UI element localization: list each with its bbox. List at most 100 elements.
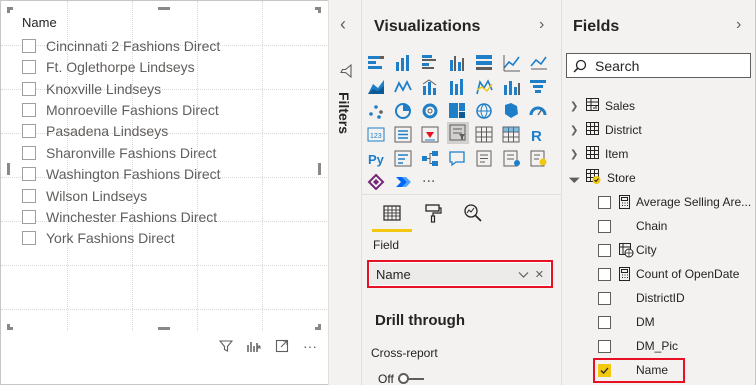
scatter-chart-icon[interactable] <box>504 81 520 95</box>
slicer-item[interactable]: Cincinnati 2 Fashions Direct <box>22 36 220 56</box>
slicer-icon[interactable] <box>447 122 469 144</box>
table-sales[interactable]: ❯ Sales <box>570 96 635 116</box>
field-dm-pic[interactable]: DM_Pic <box>598 336 678 356</box>
close-icon[interactable]: ✕ <box>535 268 544 281</box>
ribbon-chart-icon[interactable] <box>450 79 463 95</box>
treemap-icon[interactable] <box>449 103 465 118</box>
checkbox[interactable] <box>598 219 611 233</box>
card-icon[interactable]: 123 <box>367 127 385 142</box>
slicer-item[interactable]: Monroeville Fashions Direct <box>22 100 219 120</box>
slicer-item[interactable]: Washington Fashions Direct <box>22 164 221 184</box>
decomposition-tree-icon[interactable] <box>422 151 438 166</box>
matrix-icon[interactable] <box>502 126 520 143</box>
chevron-right-icon[interactable]: ❯ <box>570 125 580 136</box>
analytics-magnifier-icon[interactable] <box>463 203 483 228</box>
field-chain[interactable]: Chain <box>598 216 667 236</box>
line-and-stacked-column-icon[interactable] <box>394 79 412 93</box>
chevron-down-icon[interactable]: ◢ <box>568 171 583 186</box>
clustered-bar-chart-icon[interactable] <box>422 55 436 69</box>
table-icon[interactable] <box>475 126 493 143</box>
stacked-area-chart-icon[interactable] <box>368 80 384 94</box>
stacked-bar-chart-icon[interactable] <box>368 56 384 69</box>
waterfall-chart-icon[interactable] <box>476 79 493 95</box>
checkbox[interactable] <box>22 231 36 245</box>
paginated-report-icon[interactable] <box>503 150 520 167</box>
more-options-icon[interactable]: ··· <box>302 338 318 354</box>
checkbox[interactable] <box>598 267 611 281</box>
line-and-clustered-column-icon[interactable] <box>422 79 437 95</box>
checkbox[interactable] <box>598 195 611 209</box>
checkbox[interactable] <box>22 60 36 74</box>
kpi-icon[interactable] <box>421 126 439 143</box>
chevron-right-icon[interactable]: › <box>736 16 741 34</box>
line-chart-icon[interactable] <box>503 55 520 72</box>
gauge-icon[interactable] <box>529 106 547 116</box>
field-dm[interactable]: DM <box>598 312 655 332</box>
filled-map-icon[interactable] <box>505 103 518 118</box>
field-count-of-opendate[interactable]: Count of OpenDate <box>598 264 739 284</box>
chevron-right-icon[interactable]: ❯ <box>570 149 580 160</box>
checkbox[interactable] <box>22 82 36 96</box>
scatter-dots-icon[interactable] <box>369 105 383 119</box>
format-paint-roller-icon[interactable] <box>423 203 443 228</box>
checkbox[interactable] <box>22 124 36 138</box>
field-city[interactable]: City <box>598 240 657 260</box>
table-icon <box>586 98 599 114</box>
focus-mode-icon[interactable] <box>274 338 290 354</box>
checkbox[interactable] <box>22 39 36 53</box>
checkbox[interactable] <box>598 291 611 305</box>
map-icon[interactable] <box>476 103 492 119</box>
chevron-down-icon[interactable] <box>518 267 529 282</box>
stacked-column-chart-icon[interactable] <box>396 55 409 71</box>
toggle-knob[interactable] <box>397 373 409 384</box>
more-visuals-icon[interactable]: ··· <box>422 174 435 190</box>
multi-row-card-icon[interactable] <box>394 126 412 143</box>
chevron-right-icon[interactable]: ❯ <box>570 101 580 112</box>
custom-visual-icon[interactable] <box>530 150 547 167</box>
checkbox[interactable] <box>598 339 611 353</box>
table-store[interactable]: ◢ Store <box>568 168 636 188</box>
field-average-selling-area[interactable]: Average Selling Are... <box>598 192 751 212</box>
pie-chart-icon[interactable] <box>395 103 411 119</box>
table-district[interactable]: ❯ District <box>570 120 642 140</box>
cross-report-toggle[interactable]: Off <box>378 372 424 385</box>
checkbox[interactable] <box>22 210 36 224</box>
fields-tab-icon[interactable] <box>382 203 402 228</box>
power-automate-icon[interactable] <box>396 177 411 187</box>
slicer-item[interactable]: Ft. Oglethorpe Lindseys <box>22 57 195 77</box>
qna-icon[interactable] <box>449 151 465 167</box>
r-script-visual-icon[interactable]: R <box>531 128 542 145</box>
toggle-track[interactable] <box>397 373 424 384</box>
slicer-item[interactable]: Sharonville Fashions Direct <box>22 143 216 163</box>
slicer-item[interactable]: Winchester Fashions Direct <box>22 207 217 227</box>
table-item[interactable]: ❯ Item <box>570 144 628 164</box>
checkbox[interactable] <box>22 146 36 160</box>
chevron-right-icon[interactable]: › <box>539 16 544 34</box>
checkbox[interactable] <box>22 167 36 181</box>
checkbox[interactable] <box>598 243 611 257</box>
power-apps-icon[interactable] <box>367 173 385 190</box>
filter-icon[interactable] <box>218 338 234 354</box>
collapse-chevron-icon[interactable]: ‹ <box>340 14 346 35</box>
checkbox[interactable] <box>22 103 36 117</box>
slicer-item[interactable]: Wilson Lindseys <box>22 186 147 206</box>
funnel-icon[interactable] <box>530 80 546 93</box>
fields-search-input[interactable]: Search <box>566 53 751 78</box>
checkbox[interactable] <box>22 189 36 203</box>
checkbox[interactable] <box>598 315 611 329</box>
area-chart-icon[interactable] <box>530 56 547 70</box>
drill-down-icon[interactable] <box>246 338 262 354</box>
key-influencers-icon[interactable] <box>394 150 412 167</box>
slicer-item[interactable]: Knoxville Lindseys <box>22 79 161 99</box>
slicer-item[interactable]: Pasadena Lindseys <box>22 121 168 141</box>
field-well-item[interactable]: Name ✕ <box>370 263 550 285</box>
smart-narrative-icon[interactable] <box>476 150 492 167</box>
donut-chart-icon[interactable] <box>422 103 438 119</box>
filters-label[interactable]: Filters <box>336 92 354 136</box>
python-visual-icon[interactable]: Py <box>368 152 385 167</box>
slicer-item[interactable]: York Fashions Direct <box>22 228 175 248</box>
clustered-column-chart-icon[interactable] <box>450 56 464 71</box>
filters-pane-collapsed[interactable]: ‹ <box>328 0 362 385</box>
100-percent-bar-chart-icon[interactable] <box>476 55 492 70</box>
field-districtid[interactable]: DistrictID <box>598 288 685 308</box>
